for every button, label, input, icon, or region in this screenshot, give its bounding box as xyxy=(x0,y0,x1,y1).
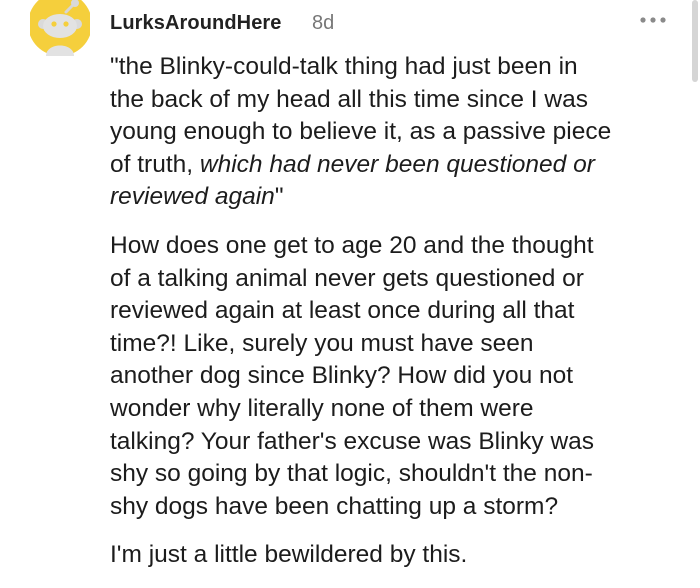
more-options-icon xyxy=(640,17,666,23)
more-options-button[interactable] xyxy=(638,8,668,32)
avatar[interactable] xyxy=(28,0,92,56)
comment-body: "the Blinky-could-talk thing had just be… xyxy=(110,51,670,588)
reddit-snoo-avatar-icon xyxy=(28,0,92,56)
body-paragraph-2: How does one get to age 20 and the thoug… xyxy=(110,231,595,520)
scrollbar[interactable] xyxy=(692,0,698,82)
quote-paragraph: "the Blinky-could-talk thing had just be… xyxy=(110,51,670,214)
body-paragraph-3: I'm just a little bewildered by this. xyxy=(110,541,468,569)
comment-age: 8d xyxy=(312,12,335,34)
username[interactable]: LurksAroundHere xyxy=(110,12,282,35)
quote-close: " xyxy=(274,183,284,211)
